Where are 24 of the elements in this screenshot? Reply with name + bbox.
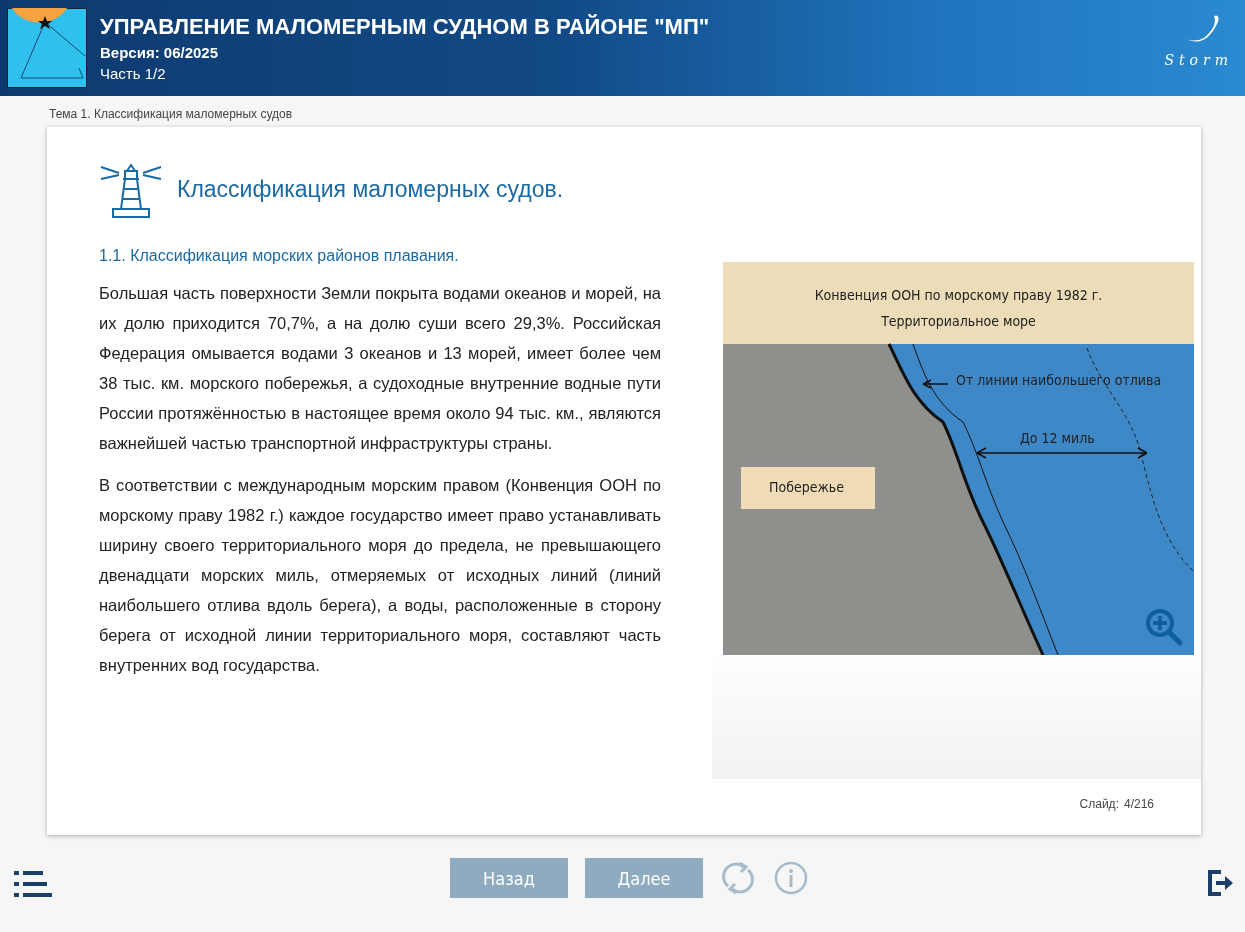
info-icon[interactable] xyxy=(773,860,809,896)
slide-heading: Классификация маломерных судов. xyxy=(177,175,564,203)
slide-counter-label: Слайд: xyxy=(1079,797,1119,811)
slide-counter-value: 4/216 xyxy=(1123,797,1154,811)
course-logo-icon xyxy=(7,8,87,88)
breadcrumb: Тема 1. Классификация маломерных судов xyxy=(48,106,294,123)
body-paragraph: Большая часть поверхности Земли покрыта водами океанов и морей, на их долю приходится 70,7%, а на долю суши всего 29,3%. Российская Федерация омывается водами 3 океанов и 13 морей, имеет более чем 38 тыс. км. морского побережья, а судоходные внутренние водные пути России протяжённостью в настоящее время около 94 тыс. км., являются важнейшей частью транспортной инфраструктуры страны. xyxy=(99,283,661,454)
map-title: Конвенция ООН по морскому праву 1982 г. xyxy=(813,286,1104,305)
version-label: Версия: 06/2025 xyxy=(100,44,220,61)
nav-button[interactable]: Назад xyxy=(450,858,568,898)
menu-icon[interactable] xyxy=(14,871,52,897)
baseline-label: От линии наибольшего отлива xyxy=(956,372,1162,388)
brand-name: Storm xyxy=(1164,52,1233,68)
zoom-in-icon[interactable] xyxy=(1144,607,1184,647)
part-label: Часть 1/2 xyxy=(100,65,167,82)
course-title: УПРАВЛЕНИЕ МАЛОМЕРНЫМ СУДНОМ В РАЙОНЕ "МП" xyxy=(100,14,710,40)
exit-icon[interactable] xyxy=(1207,869,1235,897)
section-subheading: 1.1. Классификация морских районов плавания. xyxy=(99,247,460,265)
nav-button[interactable]: Далее xyxy=(585,858,703,898)
body-paragraph: В соответствии с международным морским правом (Конвенция ООН по морскому праву 1982 г.) каждое государство имеет право устанавливать ширину своего территориального моря до предела, не превышающего двенадцати морских миль, отмеряемых от исходных линий (линий наибольшего отлива вдоль берега), а воды, расположенные в сторону берега от исходной линии территориального моря, составляют часть внутренних вод государства. xyxy=(99,475,661,676)
distance-label: До 12 миль xyxy=(1020,430,1095,446)
map-title: Территориальное море xyxy=(880,312,1037,331)
coast-label: Побережье xyxy=(769,479,844,495)
reload-icon[interactable] xyxy=(720,860,756,896)
